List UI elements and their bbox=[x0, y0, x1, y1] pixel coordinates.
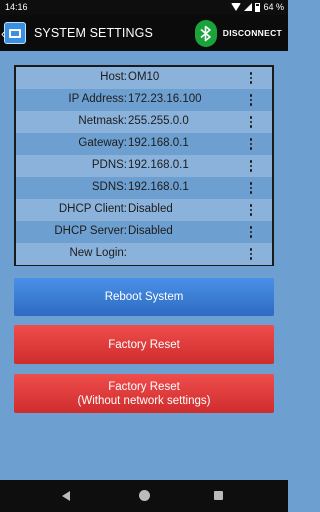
reboot-system-button[interactable]: Reboot System bbox=[14, 278, 274, 316]
settings-value: OM10 bbox=[128, 71, 160, 83]
more-vert-icon[interactable] bbox=[246, 179, 256, 197]
settings-row-sdns[interactable]: SDNS: 192.168.0.1 bbox=[16, 177, 272, 199]
settings-row-netmask[interactable]: Netmask: 255.255.0.0 bbox=[16, 111, 272, 133]
settings-label: PDNS: bbox=[91, 159, 127, 171]
more-vert-icon[interactable] bbox=[246, 113, 256, 131]
settings-value: 192.168.0.1 bbox=[128, 181, 189, 193]
more-vert-icon[interactable] bbox=[246, 135, 256, 153]
nav-recents-icon[interactable] bbox=[214, 491, 223, 500]
status-bar: 14:16 64 % bbox=[0, 0, 288, 15]
settings-label: New Login: bbox=[69, 247, 127, 259]
settings-row-ip-address[interactable]: IP Address: 172.23.16.100 bbox=[16, 89, 272, 111]
factory-reset-keep-line1: Factory Reset bbox=[108, 380, 180, 393]
settings-value: Disabled bbox=[128, 225, 173, 237]
settings-value: 192.168.0.1 bbox=[128, 137, 189, 149]
status-time: 14:16 bbox=[5, 2, 28, 12]
bluetooth-icon bbox=[200, 25, 211, 42]
more-vert-icon[interactable] bbox=[246, 201, 256, 219]
status-icons: 64 % bbox=[231, 2, 284, 12]
page-title: SYSTEM SETTINGS bbox=[34, 26, 153, 40]
settings-value: 255.255.0.0 bbox=[128, 115, 189, 127]
signal-icon bbox=[244, 3, 253, 11]
monitor-icon bbox=[9, 28, 21, 38]
nav-home-icon[interactable] bbox=[139, 490, 150, 501]
settings-row-gateway[interactable]: Gateway: 192.168.0.1 bbox=[16, 133, 272, 155]
settings-row-dhcp-server[interactable]: DHCP Server: Disabled bbox=[16, 221, 272, 243]
settings-row-host[interactable]: Host: OM10 bbox=[16, 67, 272, 89]
more-vert-icon[interactable] bbox=[246, 91, 256, 109]
factory-reset-keep-line2: (Without network settings) bbox=[77, 394, 211, 407]
app-bar: ‹ SYSTEM SETTINGS DISCONNECT bbox=[0, 15, 288, 51]
settings-label: DHCP Client: bbox=[58, 203, 127, 215]
nav-back-icon[interactable] bbox=[62, 491, 70, 501]
factory-reset-keep-network-button[interactable]: Factory Reset (Without network settings) bbox=[14, 374, 274, 413]
settings-label: SDNS: bbox=[91, 181, 127, 193]
settings-value: 192.168.0.1 bbox=[128, 159, 189, 171]
settings-label: Gateway: bbox=[78, 137, 127, 149]
wifi-icon bbox=[231, 3, 242, 11]
more-vert-icon[interactable] bbox=[246, 245, 256, 263]
settings-value: 172.23.16.100 bbox=[128, 93, 202, 105]
settings-table: Host: OM10 IP Address: 172.23.16.100 Net… bbox=[14, 65, 274, 266]
settings-label: Netmask: bbox=[78, 115, 127, 127]
more-vert-icon[interactable] bbox=[246, 157, 256, 175]
bluetooth-button[interactable] bbox=[195, 20, 217, 47]
more-vert-icon[interactable] bbox=[246, 223, 256, 241]
factory-reset-button[interactable]: Factory Reset bbox=[14, 325, 274, 364]
settings-row-pdns[interactable]: PDNS: 192.168.0.1 bbox=[16, 155, 272, 177]
settings-row-dhcp-client[interactable]: DHCP Client: Disabled bbox=[16, 199, 272, 221]
settings-value: Disabled bbox=[128, 203, 173, 215]
settings-label: Host: bbox=[100, 71, 127, 83]
more-vert-icon[interactable] bbox=[246, 69, 256, 87]
app-back-button[interactable]: ‹ bbox=[1, 22, 26, 44]
disconnect-button[interactable]: DISCONNECT bbox=[223, 28, 282, 38]
battery-percent: 64 % bbox=[263, 2, 284, 12]
system-nav-bar bbox=[0, 480, 288, 512]
battery-icon bbox=[255, 2, 261, 12]
settings-label: DHCP Server: bbox=[54, 225, 127, 237]
settings-label: IP Address: bbox=[68, 93, 127, 105]
chevron-left-icon: ‹ bbox=[1, 26, 6, 41]
settings-row-new-login[interactable]: New Login: bbox=[16, 243, 272, 265]
